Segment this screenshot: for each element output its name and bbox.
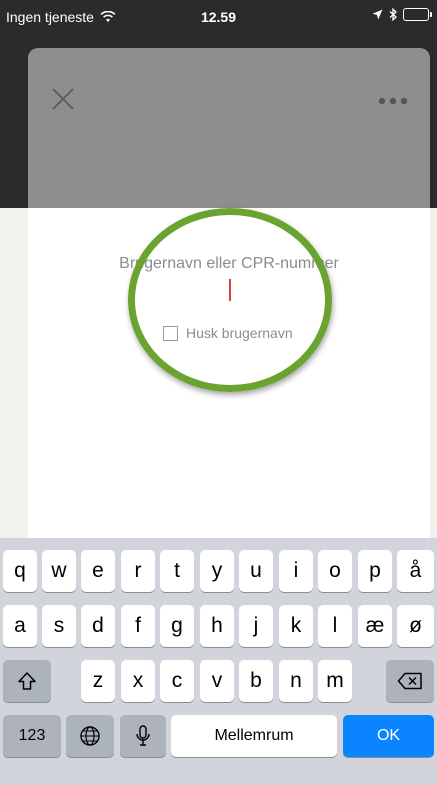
key-x[interactable]: x <box>121 660 155 702</box>
key-v[interactable]: v <box>200 660 234 702</box>
key-m[interactable]: m <box>318 660 352 702</box>
key-j[interactable]: j <box>239 605 273 647</box>
key-g[interactable]: g <box>160 605 194 647</box>
status-right <box>372 8 432 21</box>
key-l[interactable]: l <box>318 605 352 647</box>
key-f[interactable]: f <box>121 605 155 647</box>
key-e[interactable]: e <box>81 550 115 592</box>
shift-key[interactable] <box>3 660 51 702</box>
key-d[interactable]: d <box>81 605 115 647</box>
key-r[interactable]: r <box>121 550 155 592</box>
key-u[interactable]: u <box>239 550 273 592</box>
key-ae[interactable]: æ <box>358 605 392 647</box>
globe-icon <box>80 726 100 746</box>
key-z[interactable]: z <box>81 660 115 702</box>
globe-key[interactable] <box>66 715 114 757</box>
key-w[interactable]: w <box>42 550 76 592</box>
status-bar: Ingen tjeneste 12.59 <box>0 0 437 34</box>
key-t[interactable]: t <box>160 550 194 592</box>
space-key[interactable]: Mellemrum <box>171 715 337 757</box>
key-s[interactable]: s <box>42 605 76 647</box>
backspace-icon <box>397 672 422 690</box>
location-arrow-icon <box>372 9 383 20</box>
key-c[interactable]: c <box>160 660 194 702</box>
key-y[interactable]: y <box>200 550 234 592</box>
key-h[interactable]: h <box>200 605 234 647</box>
close-icon[interactable] <box>50 86 76 112</box>
key-k[interactable]: k <box>279 605 313 647</box>
key-p[interactable]: p <box>358 550 392 592</box>
key-aa[interactable]: å <box>397 550 434 592</box>
key-i[interactable]: i <box>279 550 313 592</box>
highlight-ring <box>128 208 332 392</box>
key-o[interactable]: o <box>318 550 352 592</box>
numbers-key[interactable]: 123 <box>3 715 61 757</box>
microphone-key[interactable] <box>120 715 166 757</box>
more-dots-icon[interactable] <box>377 96 409 106</box>
ok-key[interactable]: OK <box>343 715 434 757</box>
key-n[interactable]: n <box>279 660 313 702</box>
onscreen-keyboard: q w e r t y u i o p å a s d f g h j k l … <box>0 538 437 785</box>
battery-icon <box>403 8 432 21</box>
shift-icon <box>18 672 36 690</box>
modal-header <box>28 48 430 208</box>
key-b[interactable]: b <box>239 660 273 702</box>
backspace-key[interactable] <box>386 660 434 702</box>
key-a[interactable]: a <box>3 605 37 647</box>
key-oe[interactable]: ø <box>397 605 434 647</box>
microphone-icon <box>136 725 150 746</box>
key-q[interactable]: q <box>3 550 37 592</box>
bluetooth-icon <box>389 8 397 21</box>
